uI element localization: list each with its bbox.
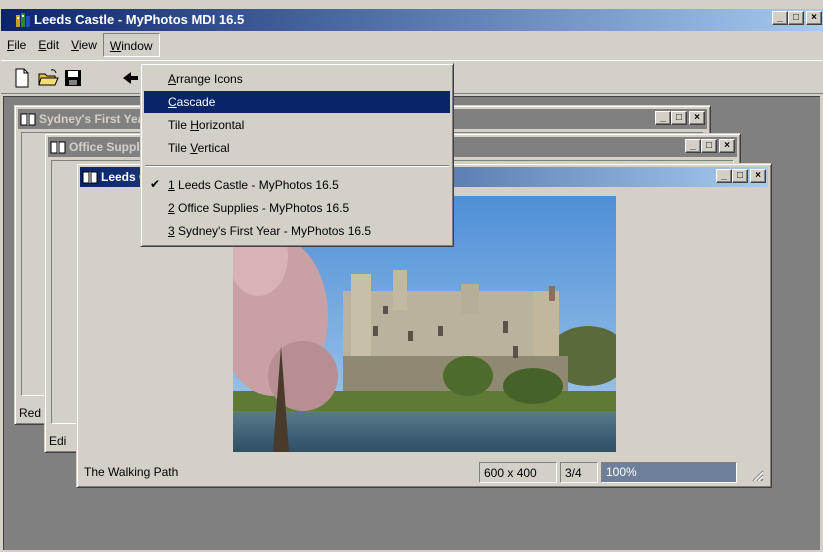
book-icon <box>20 113 36 126</box>
menu-item-hotkey: 3 <box>168 224 175 238</box>
menu-item-window-3[interactable]: 3 Sydney's First Year - MyPhotos 16.5 <box>144 220 450 242</box>
status-bar: The Walking Path 600 x 400 3/4 100% <box>82 462 766 484</box>
maximize-button[interactable]: □ <box>671 111 687 125</box>
window-title: Leeds Castle - MyPhotos MDI 16.5 <box>34 12 245 27</box>
menu-window[interactable]: Window <box>102 33 160 57</box>
open-folder-icon[interactable] <box>37 67 59 89</box>
menu-item-label: Sydney's First Year - MyPhotos 16.5 <box>174 224 372 238</box>
menu-item-arrange-icons[interactable]: Arrange Icons <box>144 68 450 90</box>
menu-item-tile-vertical[interactable]: Tile Vertical <box>144 137 450 159</box>
menu-item-tile-horizontal[interactable]: Tile Horizontal <box>144 114 450 136</box>
menu-item-label: orizontal <box>198 118 245 132</box>
resize-grip-icon[interactable] <box>750 468 764 482</box>
minimize-button[interactable]: _ <box>772 11 788 25</box>
menu-item-label: Office Supplies - MyPhotos 16.5 <box>174 201 350 215</box>
minimize-button[interactable]: _ <box>655 111 671 125</box>
app-icon[interactable] <box>15 12 31 28</box>
menu-edit[interactable]: Edit <box>32 33 65 57</box>
menu-view[interactable]: View <box>65 33 103 57</box>
menu-item-hotkey: V <box>190 141 198 155</box>
menu-item-label: ascade <box>176 95 216 109</box>
menu-item-hotkey: C <box>168 95 177 109</box>
menu-separator <box>145 165 449 167</box>
close-button[interactable]: × <box>806 11 822 25</box>
photo-position: 3/4 <box>560 462 598 483</box>
book-icon <box>82 171 98 184</box>
menu-item-label: Leeds Castle - MyPhotos 16.5 <box>174 178 339 192</box>
image-dimensions: 600 x 400 <box>479 462 557 483</box>
menu-item-prefix: Tile <box>168 141 191 155</box>
menu-item-label: ertical <box>197 141 230 155</box>
caption-buttons: _ □ × <box>685 139 735 153</box>
minimize-button[interactable]: _ <box>716 169 732 183</box>
menu-item-prefix: Tile <box>168 118 191 132</box>
menu-item-label: rrange Icons <box>176 72 243 86</box>
zoom-progress-bar: 100% <box>601 462 737 483</box>
new-file-icon[interactable] <box>11 67 33 89</box>
maximize-button[interactable]: □ <box>788 11 804 25</box>
menu-item-cascade[interactable]: Cascade <box>144 91 450 113</box>
menu-window-label: indow <box>121 39 153 53</box>
menu-item-window-2[interactable]: 2 Office Supplies - MyPhotos 16.5 <box>144 197 450 219</box>
status-caption: Red <box>19 406 42 420</box>
menu-item-hotkey: A <box>168 72 177 86</box>
book-icon <box>50 141 66 154</box>
window-menu-dropdown: Arrange Icons Cascade Tile Horizontal Ti… <box>140 63 454 247</box>
menu-item-hotkey: 2 <box>168 201 175 215</box>
maximize-button[interactable]: □ <box>732 169 748 183</box>
menu-file-label: ile <box>14 38 27 52</box>
caption-buttons: _ □ × <box>772 11 822 25</box>
menu-edit-label: dit <box>46 38 60 52</box>
menu-view-hotkey: V <box>71 38 79 52</box>
menu-file[interactable]: File <box>1 33 32 57</box>
zoom-level: 100% <box>606 465 637 479</box>
caption-buttons: _ □ × <box>655 111 705 125</box>
maximize-button[interactable]: □ <box>701 139 717 153</box>
menu-item-hotkey: 1 <box>168 178 175 192</box>
main-window: Leeds Castle - MyPhotos MDI 16.5 _ □ × F… <box>0 0 823 552</box>
menu-bar: File Edit View Window <box>1 33 823 57</box>
menu-window-hotkey: W <box>109 39 122 53</box>
save-disk-icon[interactable] <box>62 67 84 89</box>
minimize-button[interactable]: _ <box>685 139 701 153</box>
menu-item-window-1[interactable]: ✔ 1 Leeds Castle - MyPhotos 16.5 <box>144 174 450 196</box>
title-bar[interactable]: Leeds Castle - MyPhotos MDI 16.5 _ □ × <box>1 9 823 31</box>
checkmark-icon: ✔ <box>150 177 161 191</box>
menu-item-hotkey: H <box>190 118 199 132</box>
back-arrow-icon[interactable] <box>119 67 141 89</box>
menu-view-label: iew <box>78 38 97 52</box>
photo-caption: The Walking Path <box>84 465 179 479</box>
caption-buttons: _ □ × <box>716 169 766 183</box>
status-caption: Edi <box>49 434 67 448</box>
close-button[interactable]: × <box>719 139 735 153</box>
close-button[interactable]: × <box>689 111 705 125</box>
close-button[interactable]: × <box>750 169 766 183</box>
